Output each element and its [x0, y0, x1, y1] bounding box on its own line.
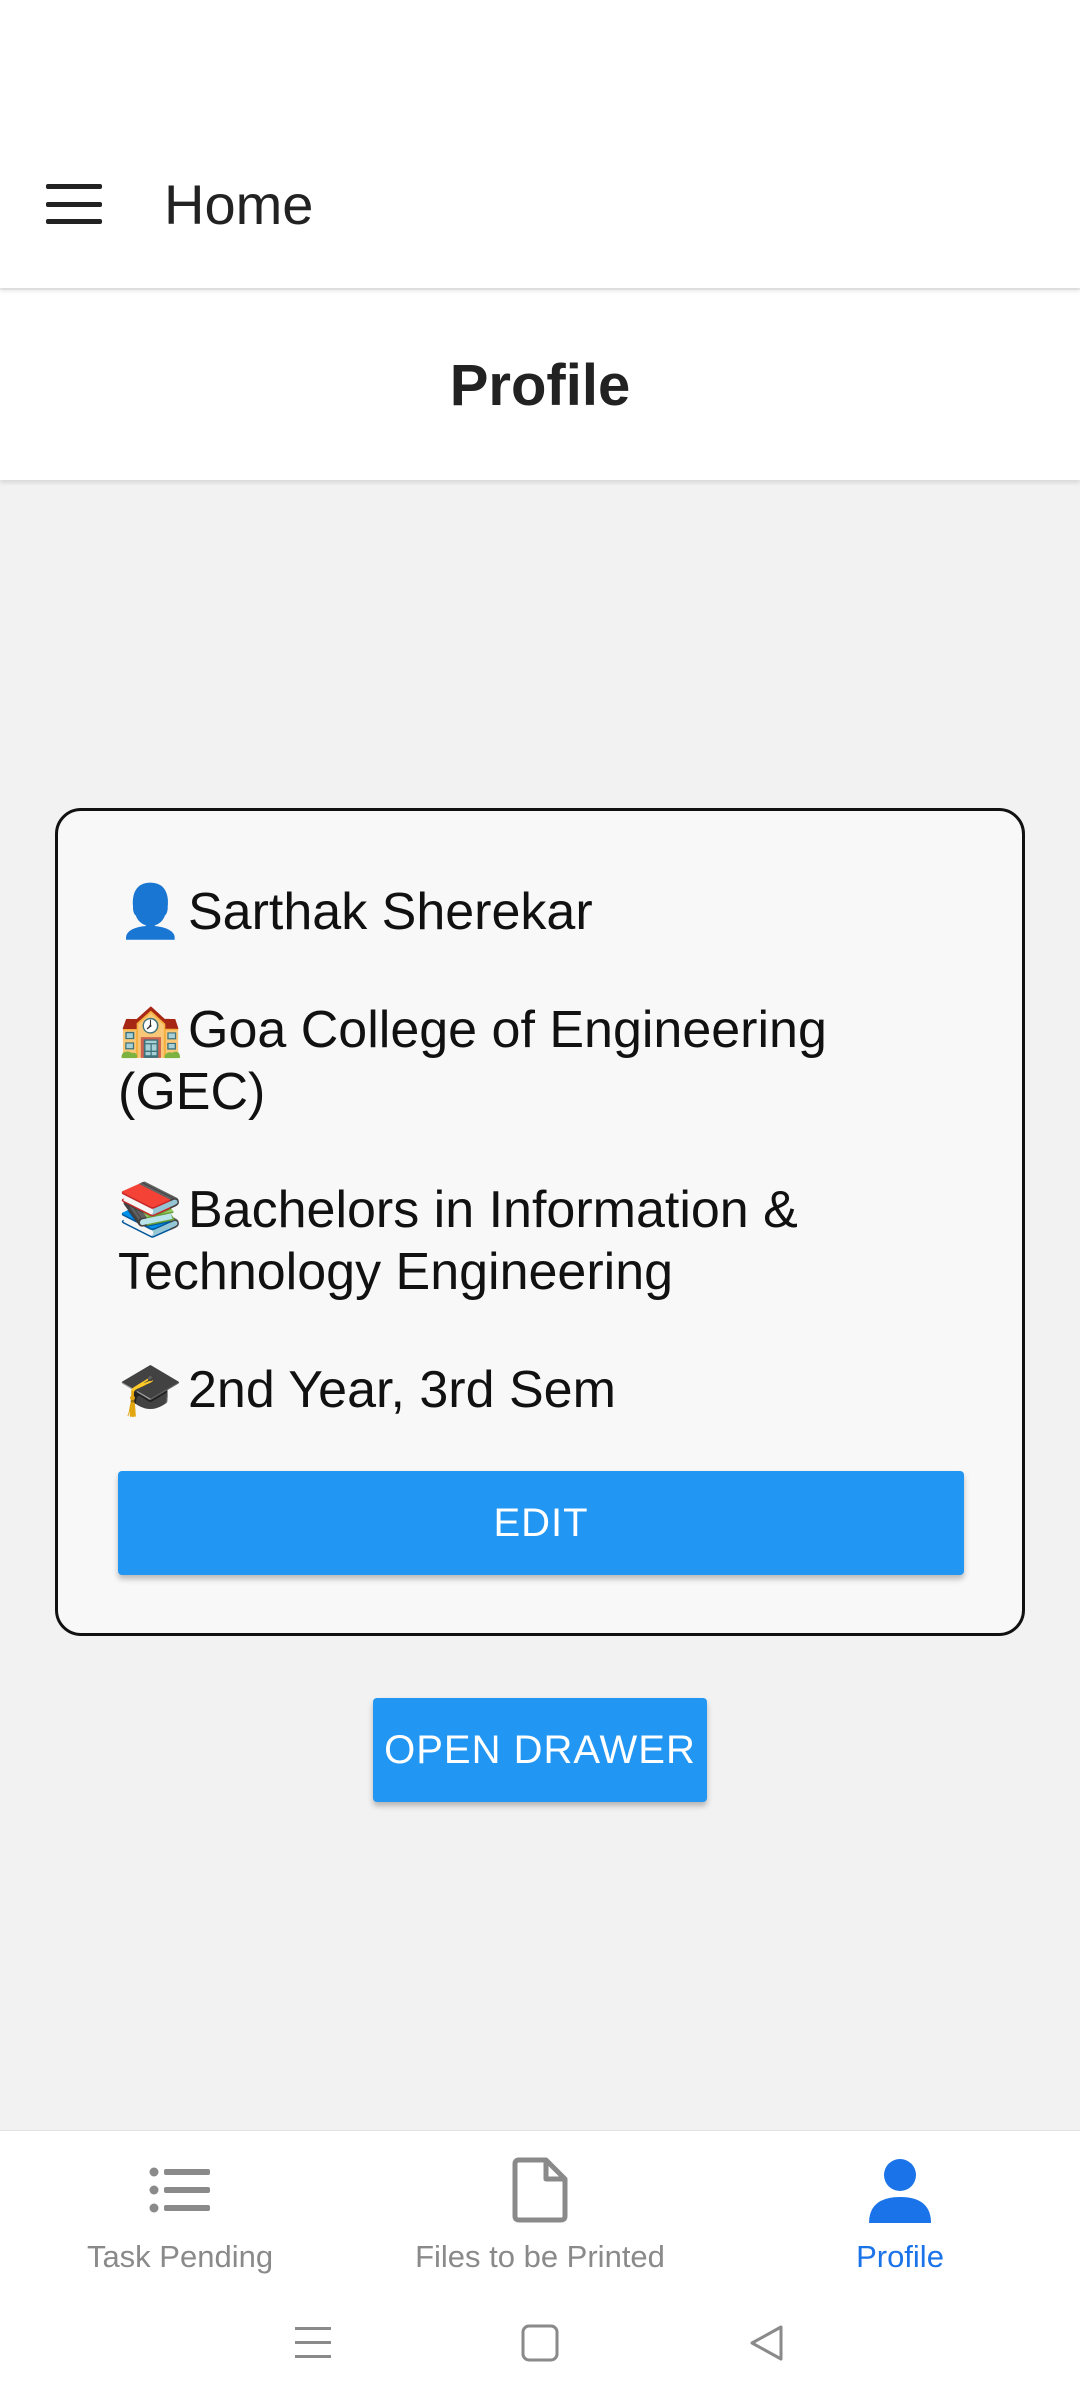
books-emoji-icon: 📚	[118, 1181, 183, 1239]
page-title: Profile	[449, 352, 631, 418]
home-icon[interactable]	[500, 2303, 580, 2383]
profile-card: 👤 Sarthak Sherekar 🏫 Goa College of Engine…	[55, 808, 1025, 1636]
nav-label-files-to-be-printed: Files to be Printed	[415, 2239, 665, 2274]
back-icon[interactable]	[727, 2303, 807, 2383]
profile-year-text: 2nd Year, 3rd Sem	[188, 1361, 616, 1419]
hamburger-menu-icon[interactable]	[46, 184, 102, 224]
page-header: Profile	[0, 290, 1080, 480]
recents-icon[interactable]	[273, 2303, 353, 2383]
status-bar-area	[0, 0, 1080, 120]
profile-college: 🏫 Goa College of Engineering (GEC)	[118, 999, 962, 1123]
school-emoji-icon: 🏫	[118, 1001, 183, 1059]
app-bar: Home	[0, 120, 1080, 288]
bottom-navigation: Task Pending Files to be Printed Profile	[0, 2130, 1080, 2278]
list-icon	[148, 2155, 212, 2225]
edit-button[interactable]: EDIT	[118, 1471, 964, 1575]
open-drawer-button[interactable]: OPEN DRAWER	[373, 1698, 707, 1802]
app-title: Home	[164, 172, 314, 236]
profile-college-text: Goa College of Engineering (GEC)	[118, 1001, 827, 1121]
nav-label-task-pending: Task Pending	[86, 2239, 274, 2274]
nav-item-task-pending[interactable]: Task Pending	[0, 2131, 360, 2278]
file-icon	[512, 2155, 568, 2225]
profile-degree: 📚 Bachelors in Information & Technology E…	[118, 1179, 962, 1303]
nav-item-files-to-be-printed[interactable]: Files to be Printed	[360, 2131, 720, 2278]
profile-name: 👤 Sarthak Sherekar	[118, 881, 962, 943]
nav-label-profile: Profile	[856, 2239, 944, 2274]
system-navigation-bar	[0, 2278, 1080, 2408]
profile-degree-text: Bachelors in Information & Technology En…	[118, 1181, 798, 1301]
person-icon	[867, 2155, 933, 2225]
person-emoji-icon: 👤	[118, 883, 183, 941]
nav-item-profile[interactable]: Profile	[720, 2131, 1080, 2278]
profile-name-text: Sarthak Sherekar	[188, 883, 593, 941]
graduation-cap-emoji-icon: 🎓	[118, 1361, 183, 1419]
profile-year: 🎓 2nd Year, 3rd Sem	[118, 1359, 962, 1421]
